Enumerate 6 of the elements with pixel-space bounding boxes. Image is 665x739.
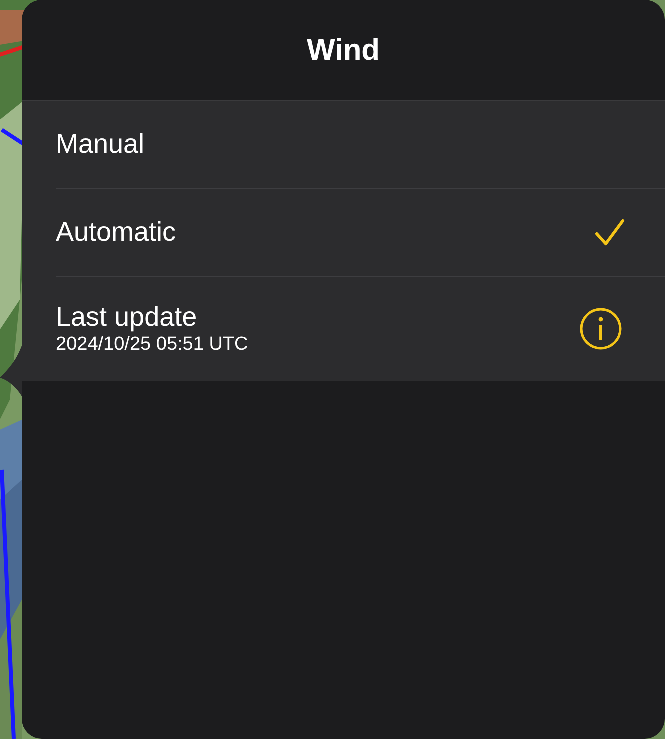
- last-update-time: 2024/10/25 05:51 UTC: [56, 333, 248, 357]
- popover-title: Wind: [306, 32, 380, 68]
- last-update-label: Last update: [56, 301, 198, 333]
- option-row[interactable]: Manual: [56, 101, 665, 189]
- info-icon[interactable]: [579, 307, 623, 351]
- option-row[interactable]: Automatic: [56, 189, 665, 277]
